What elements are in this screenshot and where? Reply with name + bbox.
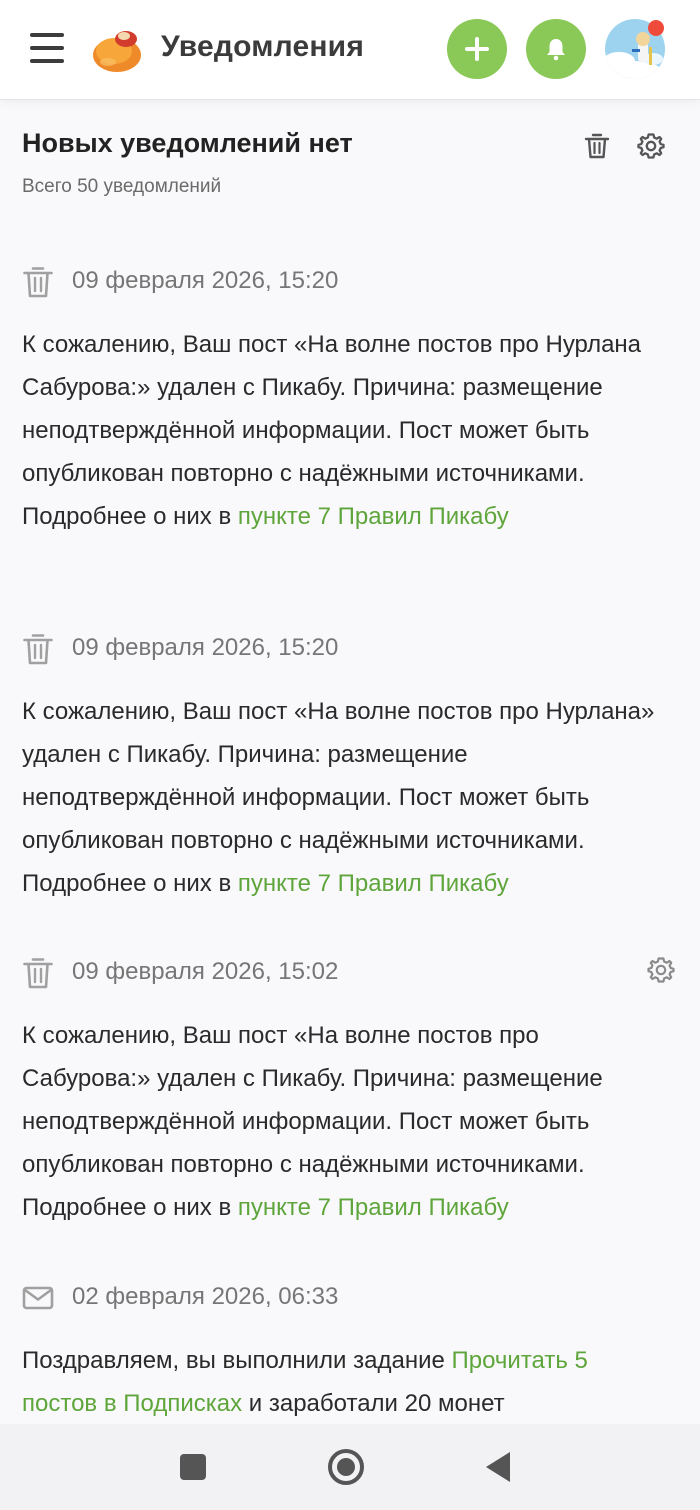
notification-text: К сожалению, Ваш пост «На волне постов п… — [22, 331, 642, 530]
notification-item: 09 февраля 2026, 15:20 К сожалению, Ваш … — [22, 265, 662, 538]
notification-date: 09 февраля 2026, 15:02 — [72, 958, 339, 985]
add-post-button[interactable] — [447, 19, 507, 79]
no-new-notifications-title: Новых уведомлений нет — [22, 128, 353, 158]
pikabu-logo[interactable] — [90, 24, 144, 74]
trash-icon — [23, 267, 53, 298]
notification-date: 09 февраля 2026, 15:20 — [72, 634, 339, 661]
notification-text: К сожалению, Ваш пост «На волне постов п… — [22, 1022, 603, 1221]
delete-all-trash-icon[interactable] — [584, 132, 610, 160]
envelope-icon — [22, 1286, 54, 1310]
system-navigation-bar — [0, 1424, 700, 1510]
notifications-button[interactable] — [526, 19, 586, 79]
home-button[interactable] — [328, 1449, 364, 1485]
bell-icon — [547, 39, 565, 61]
top-bar: Уведомления — [0, 0, 700, 100]
notifications-count: Всего 50 уведомлений — [22, 176, 222, 197]
notification-meta: 09 февраля 2026, 15:20 — [22, 265, 662, 301]
back-button[interactable] — [486, 1452, 510, 1482]
trash-icon — [23, 958, 53, 989]
notifications-page: Уведомления Новых уведомлений нет Всего … — [0, 0, 700, 1510]
rules-link[interactable]: пункте 7 Правил Пикабу — [238, 1194, 509, 1221]
recent-apps-button[interactable] — [180, 1454, 206, 1480]
rules-link[interactable]: пункте 7 Правил Пикабу — [238, 503, 509, 530]
rules-link[interactable]: пункте 7 Правил Пикабу — [238, 870, 509, 897]
notification-item: 09 февраля 2026, 15:20 К сожалению, Ваш … — [22, 632, 662, 905]
plus-icon — [465, 37, 489, 61]
notification-item: 02 февраля 2026, 06:33 Поздравляем, вы в… — [22, 1281, 662, 1425]
notification-meta: 09 февраля 2026, 15:02 — [22, 956, 675, 992]
notification-text: К сожалению, Ваш пост «На волне постов п… — [22, 698, 655, 897]
notification-item: 09 февраля 2026, 15:02 К сожалению, Ваш … — [22, 956, 675, 1229]
settings-gear-icon[interactable] — [637, 132, 665, 160]
menu-icon[interactable] — [30, 31, 66, 65]
notification-date: 09 февраля 2026, 15:20 — [72, 267, 339, 294]
user-avatar[interactable] — [605, 19, 665, 79]
notification-meta: 09 февраля 2026, 15:20 — [22, 632, 662, 668]
notification-settings-gear-icon[interactable] — [647, 956, 675, 984]
page-title: Уведомления — [161, 30, 365, 63]
notification-meta: 02 февраля 2026, 06:33 — [22, 1281, 662, 1317]
trash-icon — [23, 634, 53, 665]
notification-text: Поздравляем, вы выполнили задание Прочит… — [22, 1347, 588, 1417]
notification-date: 02 февраля 2026, 06:33 — [72, 1283, 339, 1310]
